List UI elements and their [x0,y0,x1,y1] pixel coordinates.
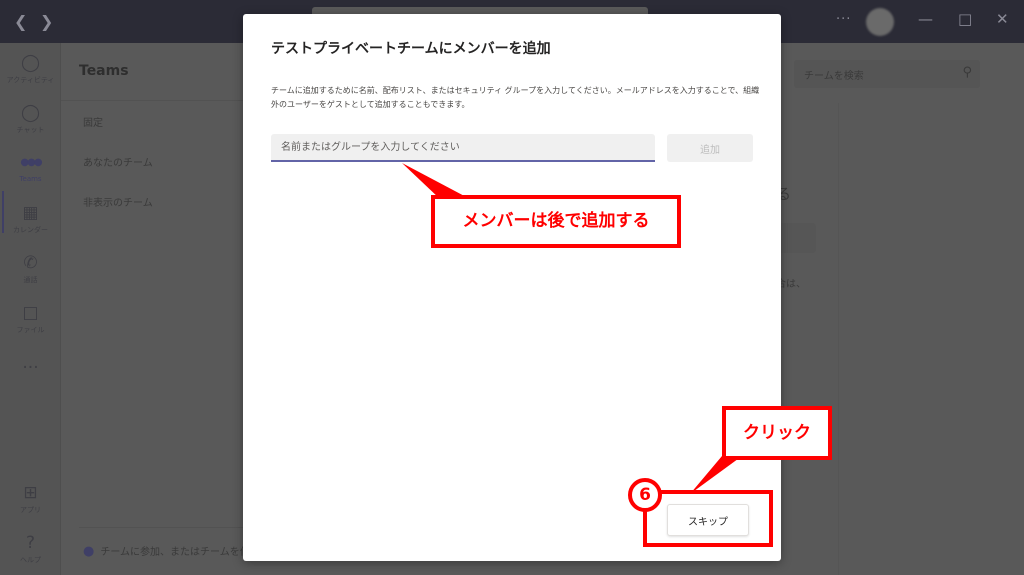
app-rail: ◯ アクティビティ ◯ チャット ●●● Teams ▦ カレンダー ✆ 通話 … [0,43,61,575]
annotation-callout-add-later: メンバーは後で追加する [431,195,681,248]
annotation-callout-click: クリック [722,406,832,460]
rail-item-chat[interactable]: ◯ チャット [0,103,61,135]
member-name-input[interactable] [271,134,655,162]
teams-section-hidden[interactable]: 非表示のチーム [83,194,153,209]
teams-section-pinned[interactable]: 固定 [83,114,103,129]
rail-item-calendar[interactable]: ▦ カレンダー [0,203,61,235]
maximize-icon[interactable]: □ [958,10,972,28]
file-icon: □ [22,303,39,323]
rail-item-apps[interactable]: ⊞ アプリ [0,483,61,515]
minimize-icon[interactable]: — [918,10,933,28]
forward-arrow-icon[interactable]: ❯ [40,12,53,31]
phone-icon: ✆ [23,253,38,273]
rail-item-teams[interactable]: ●●● Teams [0,153,61,183]
apps-icon: ⊞ [23,483,38,503]
add-members-dialog: テストプライベートチームにメンバーを追加 チームに追加するために名前、配布リスト… [243,14,781,561]
team-search-box[interactable]: チームを検索 ⚲ [794,60,980,88]
divider [61,100,246,101]
bell-icon: ◯ [20,53,41,73]
help-icon: ? [25,533,36,553]
rail-item-activity[interactable]: ◯ アクティビティ [0,53,61,85]
calendar-icon: ▦ [22,203,39,223]
annotation-highlight-box [643,490,773,547]
teams-pane: Teams 固定 あなたのチーム 非表示のチーム ● チームに参加、またはチームを… [61,43,260,575]
user-avatar[interactable] [866,8,894,36]
back-arrow-icon[interactable]: ❮ [14,12,27,31]
dialog-title: テストプライベートチームにメンバーを追加 [271,41,551,57]
step-number-badge: 6 [628,478,662,512]
divider [79,527,246,528]
add-button[interactable]: 追加 [667,134,753,162]
close-icon[interactable]: ✕ [996,10,1009,28]
teams-window: ❮ ❯ ··· — □ ✕ ◯ アクティビティ ◯ チャット ●●● Teams… [0,0,1024,575]
rail-item-help[interactable]: ? ヘルプ [0,533,61,565]
more-icon: ··· [22,358,39,378]
teams-icon: ●●● [20,157,42,168]
add-team-icon: ● [83,544,95,559]
teams-section-your-teams[interactable]: あなたのチーム [83,154,153,169]
search-icon: ⚲ [962,65,972,80]
rail-item-more[interactable]: ··· [0,358,61,378]
divider [838,103,839,575]
teams-pane-title: Teams [79,63,129,79]
more-options-icon[interactable]: ··· [836,12,851,27]
rail-item-files[interactable]: □ ファイル [0,303,61,335]
chat-icon: ◯ [20,103,41,123]
dialog-description: チームに追加するために名前、配布リスト、またはセキュリティ グループを入力してく… [271,86,760,109]
rail-item-calls[interactable]: ✆ 通話 [0,253,61,285]
join-or-create-team-link[interactable]: ● チームに参加、またはチームを作成 [83,543,260,559]
